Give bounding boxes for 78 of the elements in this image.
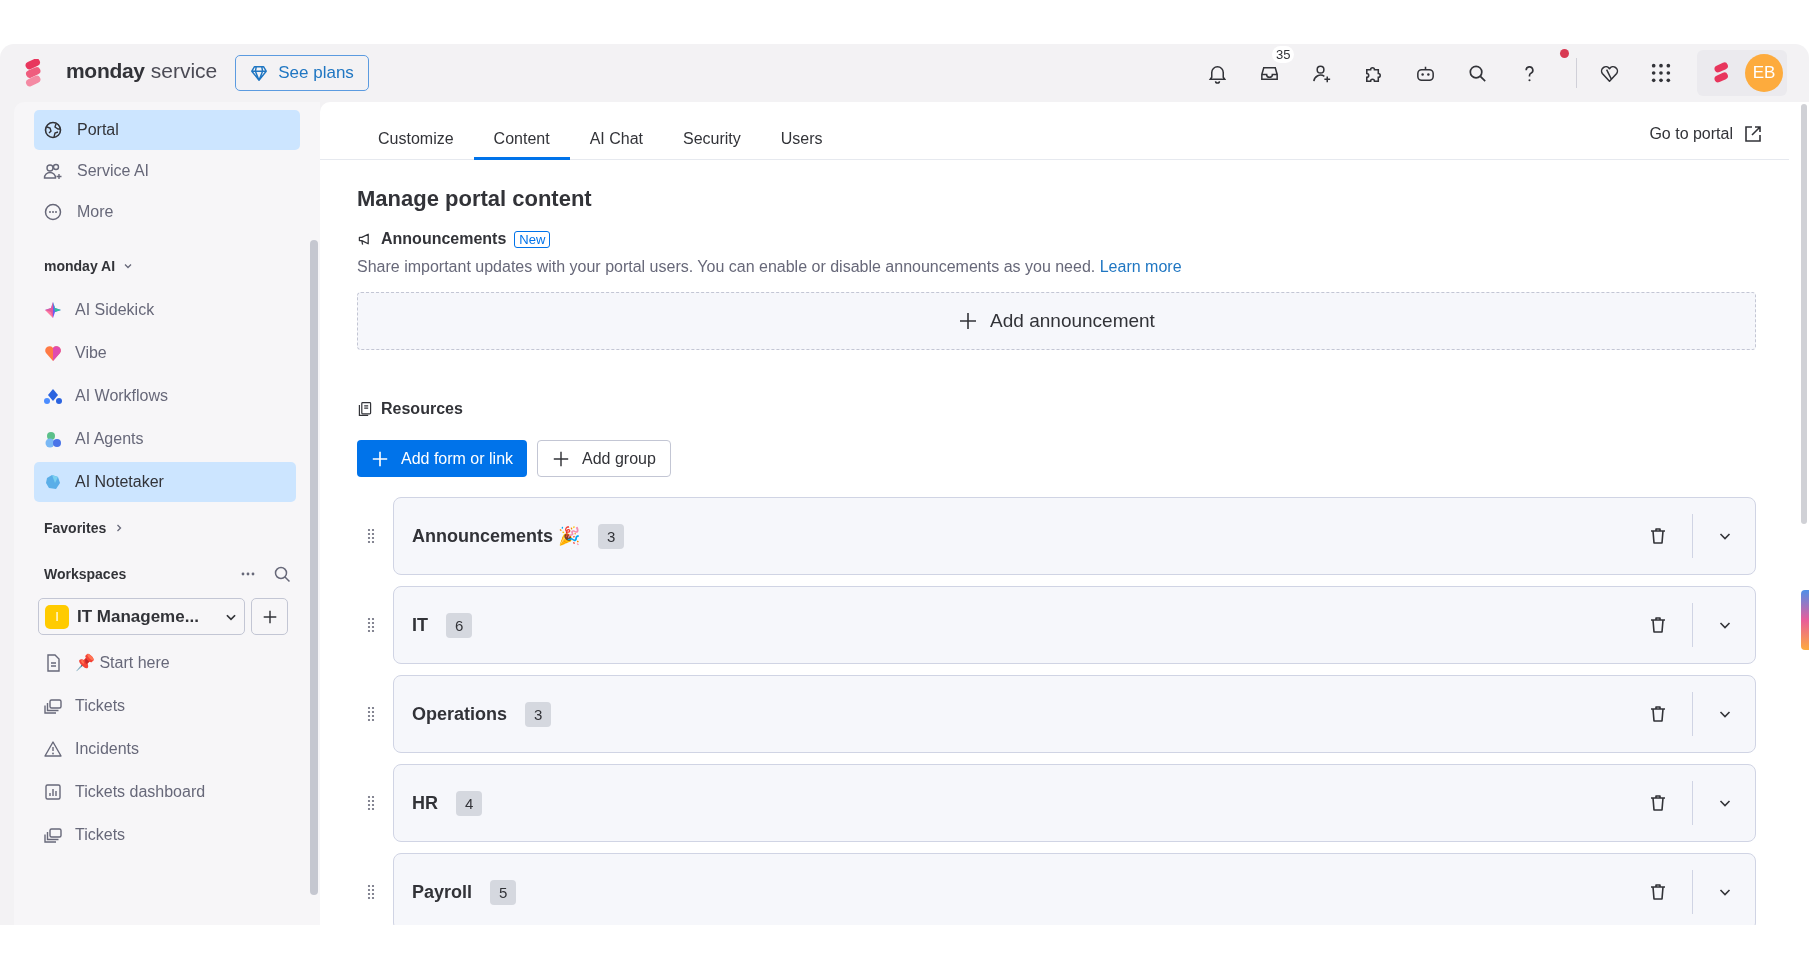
drag-handle-icon[interactable] (367, 706, 375, 722)
search-icon[interactable] (272, 564, 292, 584)
sidebar-item[interactable]: Portal (34, 110, 300, 150)
sidebar-item[interactable]: Tickets (34, 813, 300, 856)
learn-more-link[interactable]: Learn more (1099, 258, 1182, 275)
agents-icon (43, 429, 63, 449)
workspaces-title: Workspaces (44, 566, 128, 582)
globe-icon (43, 120, 63, 140)
drag-handle-icon[interactable] (367, 617, 375, 633)
delete-icon[interactable] (1648, 615, 1668, 635)
external-link-icon (1743, 123, 1763, 144)
tab[interactable]: Content (473, 102, 570, 160)
add-workspace-button[interactable] (251, 598, 288, 635)
item-count: 4 (456, 790, 483, 816)
description-text: Share important updates with your portal users. You can enable or disable announcements as you need. Learn more (357, 258, 1183, 276)
sidebar-item[interactable]: AI Notetaker (34, 462, 296, 502)
scrollbar[interactable] (1801, 104, 1807, 524)
see-plans-button[interactable]: See plans (235, 55, 369, 91)
plus-icon (371, 449, 389, 468)
more-icon (43, 202, 63, 222)
brand-name: monday (66, 59, 145, 83)
tab[interactable]: Security (663, 102, 761, 160)
inbox-count: 35 (1272, 45, 1295, 63)
sidebar-item[interactable]: Tickets dashboard (34, 770, 300, 813)
people-icon (43, 161, 63, 181)
document-stack-icon (357, 401, 373, 417)
product-name: service (150, 59, 218, 83)
sparkle-icon (43, 300, 63, 320)
plus-icon (552, 449, 571, 468)
tab[interactable]: AI Chat (569, 102, 663, 160)
notetaker-icon (43, 472, 63, 492)
apps-grid-icon[interactable] (1650, 62, 1672, 84)
add-form-button[interactable]: Add form or link (357, 440, 528, 477)
add-announcement-button[interactable]: Add announcement (357, 292, 1756, 350)
tab[interactable]: Customize (358, 102, 474, 160)
item-count: 3 (598, 523, 625, 549)
item-count: 6 (446, 612, 473, 638)
workspace-dropdown[interactable]: I IT Manageme... (38, 598, 245, 635)
go-to-portal-link[interactable]: Go to portal (1649, 102, 1789, 159)
sidebar-item[interactable]: AI Workflows (34, 376, 296, 416)
sidebar-item[interactable]: 📌 Start here (34, 641, 300, 684)
sidebar-item[interactable]: Service AI (34, 151, 300, 191)
section-title: Resources (381, 400, 463, 418)
new-badge: New (514, 230, 551, 248)
group-name: Operations (412, 703, 508, 725)
plus-icon (958, 311, 979, 331)
delete-icon[interactable] (1648, 793, 1668, 813)
section-header[interactable]: Favorites (34, 514, 300, 542)
section-title: Announcements (381, 230, 507, 248)
heart-icon (43, 343, 63, 363)
chart-icon (43, 781, 63, 802)
group-name: Announcements 🎉 (412, 525, 580, 547)
section-header[interactable]: monday AI (34, 252, 300, 280)
delete-icon[interactable] (1648, 526, 1668, 546)
sidebar-item[interactable]: More (34, 192, 300, 232)
item-count: 5 (490, 879, 517, 905)
sidebar-item[interactable]: AI Sidekick (34, 290, 296, 330)
group-name: Payroll (412, 881, 473, 903)
page-heading: Manage portal content (357, 186, 593, 212)
color-tab[interactable] (1801, 590, 1809, 650)
group-name: IT (412, 614, 428, 636)
sidebar-item[interactable]: AI Agents (34, 419, 296, 459)
logo-icon[interactable] (1711, 60, 1731, 86)
drag-handle-icon[interactable] (367, 795, 375, 811)
scrollbar[interactable] (310, 240, 318, 895)
sidebar-item[interactable]: Tickets (34, 684, 300, 727)
group-name: HR (412, 792, 438, 814)
sidebar-item[interactable]: Vibe (34, 333, 296, 373)
drag-handle-icon[interactable] (367, 528, 375, 544)
tab[interactable]: Users (760, 102, 843, 160)
diamond-icon (250, 64, 269, 82)
add-group-button[interactable]: Add group (537, 440, 671, 477)
logo-icon (22, 59, 44, 87)
drag-handle-icon[interactable] (367, 884, 375, 900)
sidebar-item[interactable]: Incidents (34, 727, 300, 770)
item-count: 3 (525, 701, 552, 727)
delete-icon[interactable] (1648, 704, 1668, 724)
delete-icon[interactable] (1648, 882, 1668, 902)
